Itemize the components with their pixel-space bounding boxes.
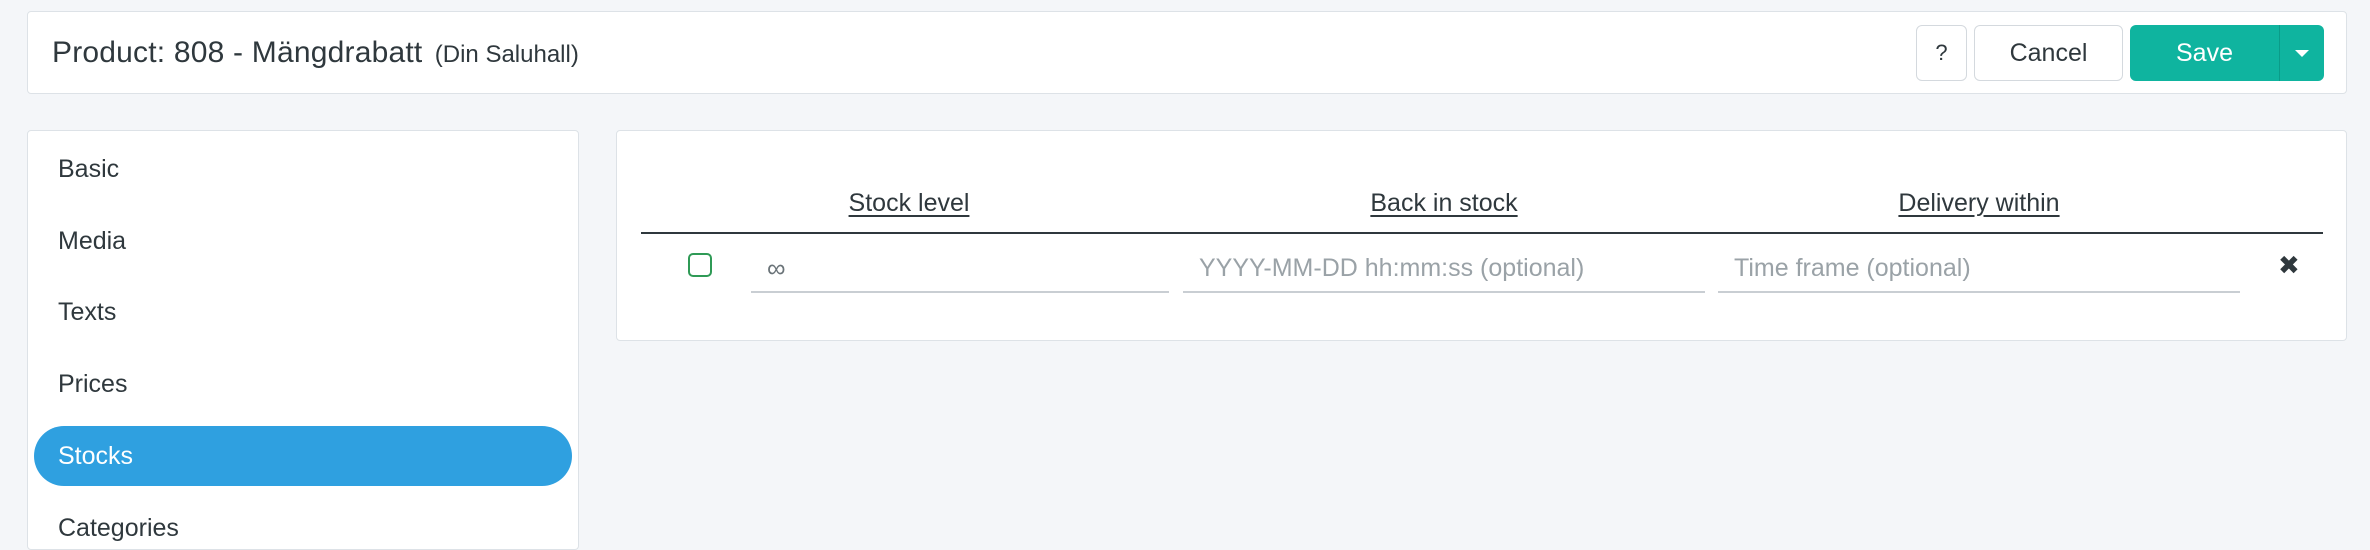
save-button[interactable]: Save [2130, 25, 2279, 81]
stock-row-checkbox[interactable] [688, 253, 712, 277]
stock-level-input[interactable] [751, 245, 1169, 293]
sidebar-item-stocks[interactable]: Stocks [34, 426, 572, 486]
sidebar-item-basic[interactable]: Basic [34, 139, 572, 199]
column-header-back-in-stock[interactable]: Back in stock [1370, 189, 1517, 218]
sidebar-item-prices[interactable]: Prices [34, 354, 572, 414]
save-options-dropdown[interactable] [2279, 25, 2324, 81]
help-button[interactable]: ? [1916, 25, 1967, 81]
sidebar-item-texts[interactable]: Texts [34, 282, 572, 342]
back-in-stock-input[interactable] [1183, 245, 1705, 293]
sidebar-nav: Basic Media Texts Prices Stocks Categori… [27, 130, 579, 550]
column-header-delivery-within[interactable]: Delivery within [1898, 189, 2059, 218]
cancel-button[interactable]: Cancel [1974, 25, 2123, 81]
delivery-within-input[interactable] [1718, 245, 2240, 293]
caret-down-icon [2295, 49, 2309, 57]
sidebar-item-media[interactable]: Media [34, 211, 572, 271]
table-header-divider [641, 232, 2323, 234]
product-title: Product: 808 - Mängdrabatt [52, 36, 423, 69]
sidebar-item-categories[interactable]: Categories [34, 498, 572, 549]
stocks-panel: Stock level Back in stock Delivery withi… [616, 130, 2347, 341]
page-header: Product: 808 - Mängdrabatt (Din Saluhall… [27, 11, 2347, 94]
page-title: Product: 808 - Mängdrabatt (Din Saluhall… [52, 36, 579, 70]
remove-row-icon[interactable]: ✖ [2278, 252, 2300, 278]
column-header-stock-level[interactable]: Stock level [849, 189, 970, 218]
product-store: (Din Saluhall) [434, 41, 579, 68]
